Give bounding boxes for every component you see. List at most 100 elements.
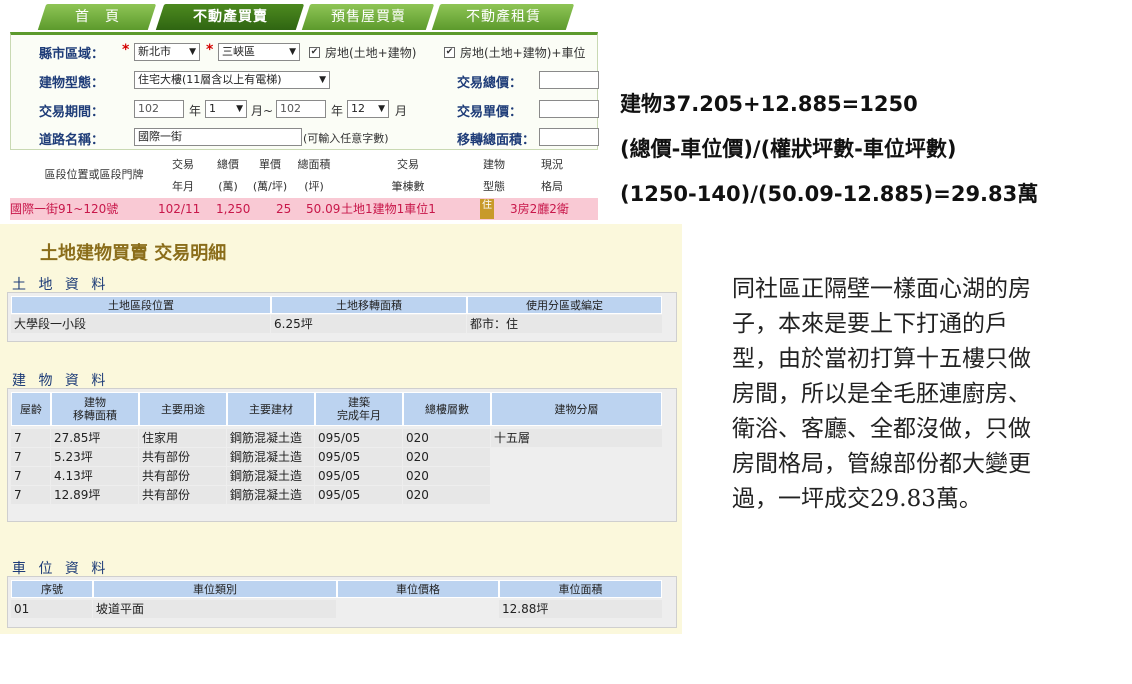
- bldg-header-floor-level: 建物分層: [491, 392, 662, 426]
- col-header-address: 區段位置或區段門牌: [44, 168, 144, 181]
- bldg-r0-usage: 住家用: [139, 429, 226, 447]
- bldg-r2-completion: 095/05: [315, 467, 402, 485]
- chevron-down-icon: ▼: [378, 104, 385, 114]
- detail-title: 土地建物買賣 交易明細: [40, 243, 227, 264]
- year-unit: 年: [331, 104, 344, 118]
- building-type-select[interactable]: 住宅大樓(11層含以上有電梯) ▼: [134, 71, 330, 89]
- bldg-r2-usage: 共有部份: [139, 467, 226, 485]
- land-header-location: 土地區段位置: [11, 296, 271, 314]
- bldg-header-age: 屋齡: [11, 392, 51, 426]
- col-header-layout-2: 格局: [541, 180, 563, 193]
- results-header: 區段位置或區段門牌 交易 年月 總價 (萬) 單價 (萬/坪) 總面積 (坪) …: [10, 152, 598, 198]
- land-header-area: 土地移轉面積: [271, 296, 467, 314]
- col-header-unit-2: (萬/坪): [252, 180, 288, 193]
- note-line: 型，由於當初打算十五樓只做: [732, 346, 1031, 372]
- result-total: 1,250: [216, 202, 251, 216]
- area-input[interactable]: [539, 128, 599, 146]
- tab-home[interactable]: 首 頁: [37, 4, 157, 30]
- col-header-total: 總價: [217, 158, 239, 171]
- district-select[interactable]: 三峽區 ▼: [218, 43, 300, 61]
- result-row[interactable]: 國際一街91~120號 102/11 1,250 25 50.09 土地1建物1…: [10, 198, 598, 220]
- land-table: 土地區段位置 土地移轉面積 使用分區或編定 大學段一小段 6.25坪 都市：住: [7, 292, 677, 342]
- land-header-zoning: 使用分區或編定: [467, 296, 662, 314]
- equation-line-2: (總價-車位價)/(權狀坪數-車位坪數): [620, 137, 957, 161]
- parking-table: 序號 車位類別 車位價格 車位面積 01 坡道平面 12.88坪: [7, 576, 677, 628]
- bldg-r2-floors: 020: [403, 467, 490, 485]
- bldg-r1-material: 鋼筋混凝土造: [227, 448, 314, 466]
- road-hint: (可輸入任意字數): [303, 132, 389, 145]
- tab-real-estate-sale[interactable]: 不動產買賣: [155, 4, 305, 30]
- transaction-detail-panel: 土地建物買賣 交易明細 土 地 資 料 土地區段位置 土地移轉面積 使用分區或編…: [0, 224, 682, 634]
- year-from-input[interactable]: 102: [134, 100, 184, 118]
- required-mark: *: [122, 42, 130, 58]
- chevron-down-icon: ▼: [189, 47, 196, 57]
- col-header-layout: 現況: [541, 158, 563, 171]
- road-input[interactable]: 國際一街: [134, 128, 302, 146]
- bldg-r0-age: 7: [11, 429, 50, 447]
- col-header-ym: 交易: [172, 158, 194, 171]
- park-cell-area: 12.88坪: [499, 600, 662, 618]
- land-cell-zoning: 都市：住: [467, 315, 662, 333]
- note-line: 子，本來是要上下打通的戶: [732, 311, 1008, 337]
- col-header-count: 交易: [397, 158, 419, 171]
- parking-section-title: 車 位 資 料: [12, 561, 110, 577]
- bldg-r3-completion: 095/05: [315, 486, 402, 504]
- unit-price-input[interactable]: [539, 100, 599, 118]
- tab-presale[interactable]: 預售屋買賣: [301, 4, 435, 30]
- result-area: 50.09: [306, 202, 341, 216]
- park-header-area: 車位面積: [499, 580, 662, 598]
- result-layout: 3房2廳2衛: [510, 202, 569, 216]
- note-line: 衛浴、客廳、全都沒做，只做: [732, 416, 1031, 442]
- park-header-no: 序號: [11, 580, 93, 598]
- unit-price-label: 交易單價：: [457, 105, 523, 120]
- city-select[interactable]: 新北市 ▼: [134, 43, 200, 61]
- building-type-value: 住宅大樓(11層含以上有電梯): [138, 73, 282, 86]
- result-unit: 25: [276, 202, 292, 216]
- tab-home-label: 首 頁: [74, 9, 120, 25]
- building-section-title: 建 物 資 料: [12, 373, 110, 389]
- bldg-r2-area: 4.13坪: [51, 467, 138, 485]
- building-type-badge: 住: [480, 199, 494, 219]
- bldg-r0-floors: 020: [403, 429, 490, 447]
- bldg-header-completion: 建築 完成年月: [315, 392, 403, 426]
- col-header-ym-2: 年月: [172, 180, 194, 193]
- bldg-r3-age: 7: [11, 486, 50, 504]
- bldg-r3-floors: 020: [403, 486, 490, 504]
- total-price-input[interactable]: [539, 71, 599, 89]
- bldg-r3-area: 12.89坪: [51, 486, 138, 504]
- month-from-select[interactable]: 1 ▼: [205, 100, 247, 118]
- checkbox-land-building[interactable]: ✔: [309, 47, 320, 58]
- tab-real-estate-sale-label: 不動產買賣: [192, 9, 268, 25]
- bldg-header-usage: 主要用途: [139, 392, 227, 426]
- checkbox-land-building-parking[interactable]: ✔: [444, 47, 455, 58]
- region-label: 縣市區域：: [39, 47, 105, 62]
- city-value: 新北市: [138, 45, 171, 58]
- bldg-r1-floors: 020: [403, 448, 490, 466]
- year-to-input[interactable]: 102: [276, 100, 326, 118]
- bldg-header-material: 主要建材: [227, 392, 315, 426]
- park-header-price: 車位價格: [337, 580, 499, 598]
- bldg-r1-age: 7: [11, 448, 50, 466]
- col-header-area-2: (坪): [304, 180, 324, 193]
- land-section-title: 土 地 資 料: [12, 277, 110, 293]
- month-to-select[interactable]: 12 ▼: [347, 100, 389, 118]
- result-count: 土地1建物1車位1: [341, 202, 436, 216]
- bldg-r3-usage: 共有部份: [139, 486, 226, 504]
- bldg-r0-completion: 095/05: [315, 429, 402, 447]
- result-address[interactable]: 國際一街91~120號: [10, 198, 118, 220]
- equation-line-3: (1250-140)/(50.09-12.885)=29.83萬: [620, 182, 1039, 206]
- bldg-r3-material: 鋼筋混凝土造: [227, 486, 314, 504]
- month-to-value: 12: [351, 102, 365, 115]
- col-header-type: 建物: [483, 158, 505, 171]
- tab-rental[interactable]: 不動產租賃: [431, 4, 575, 30]
- bldg-r1-area: 5.23坪: [51, 448, 138, 466]
- park-cell-no: 01: [11, 600, 92, 618]
- land-cell-area: 6.25坪: [271, 315, 466, 333]
- land-cell-location: 大學段一小段: [11, 315, 270, 333]
- bldg-r1-completion: 095/05: [315, 448, 402, 466]
- checkbox-land-building-label: 房地(土地+建物): [325, 46, 417, 60]
- col-header-unit: 單價: [259, 158, 281, 171]
- tab-presale-label: 預售屋買賣: [330, 9, 406, 25]
- chevron-down-icon: ▼: [319, 75, 326, 85]
- bldg-header-floors: 總樓層數: [403, 392, 491, 426]
